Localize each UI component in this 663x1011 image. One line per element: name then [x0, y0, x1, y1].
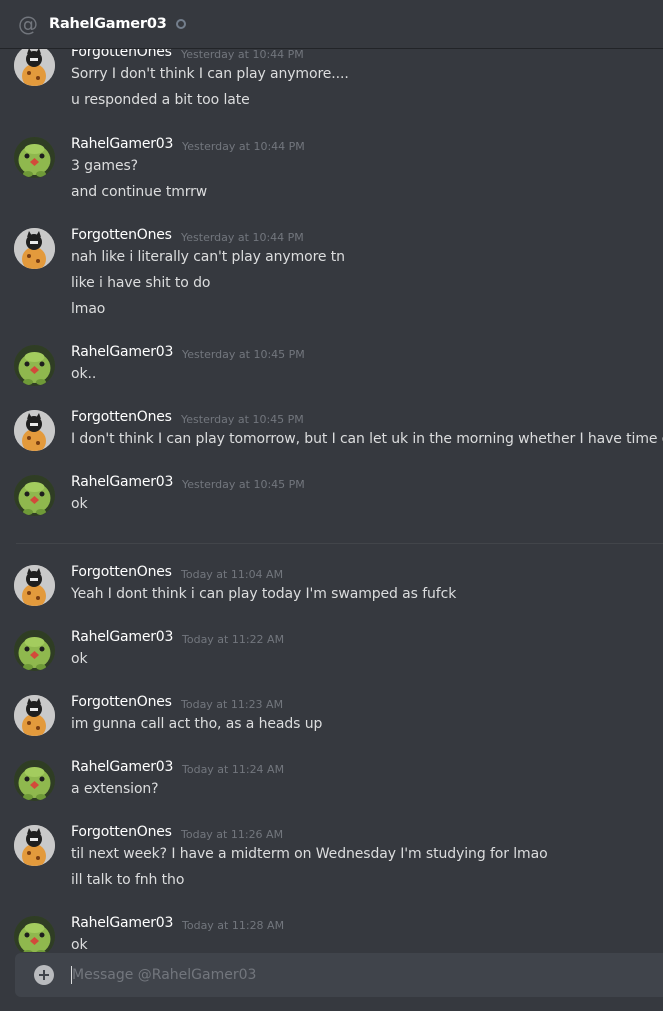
message-author[interactable]: ForgottenOnes [71, 227, 172, 243]
message-timestamp: Today at 11:28 AM [182, 919, 285, 932]
offline-status-icon [175, 19, 186, 29]
message-author[interactable]: RahelGamer03 [71, 629, 173, 645]
message-timestamp: Today at 11:24 AM [182, 763, 285, 776]
at-sign-icon: @ [18, 12, 38, 36]
message-author[interactable]: RahelGamer03 [71, 344, 173, 360]
message-text: ok [71, 937, 88, 952]
message-text: a extension? [71, 781, 159, 797]
message-author[interactable]: ForgottenOnes [71, 824, 172, 840]
message-text: nah like i literally can't play anymore … [71, 249, 345, 265]
avatar[interactable] [14, 695, 55, 736]
message-author[interactable]: RahelGamer03 [71, 474, 173, 490]
message-text: Yeah I dont think i can play today I'm s… [71, 586, 457, 602]
avatar[interactable] [14, 475, 55, 516]
message-author[interactable]: RahelGamer03 [71, 136, 173, 152]
message-text: im gunna call act tho, as a heads up [71, 716, 323, 732]
plus-circle-icon[interactable] [34, 965, 54, 985]
day-divider [16, 543, 663, 544]
message-timestamp: Today at 11:23 AM [181, 698, 284, 711]
message-timestamp: Yesterday at 10:45 PM [181, 413, 304, 426]
message-text: and continue tmrrw [71, 184, 208, 200]
message-text: I don't think I can play tomorrow, but I… [71, 431, 663, 447]
message-author[interactable]: RahelGamer03 [71, 915, 173, 931]
message-timestamp: Yesterday at 10:45 PM [182, 478, 305, 491]
message-timestamp: Today at 11:26 AM [181, 828, 284, 841]
message-text: lmao [71, 301, 106, 317]
message-text: til next week? I have a midterm on Wedne… [71, 846, 548, 862]
message-text: ok [71, 651, 88, 667]
message-timestamp: Yesterday at 10:44 PM [181, 231, 304, 244]
message-timestamp: Today at 11:22 AM [182, 633, 285, 646]
dm-title[interactable]: RahelGamer03 [49, 16, 167, 32]
avatar[interactable] [14, 825, 55, 866]
message-author[interactable]: ForgottenOnes [71, 694, 172, 710]
message-timestamp: Yesterday at 10:45 PM [182, 348, 305, 361]
avatar[interactable] [14, 49, 55, 86]
message-text: like i have shit to do [71, 275, 211, 291]
message-text: ill talk to fnh tho [71, 872, 185, 888]
avatar[interactable] [14, 565, 55, 606]
message-text: ok.. [71, 366, 97, 382]
avatar[interactable] [14, 410, 55, 451]
avatar[interactable] [14, 228, 55, 269]
avatar[interactable] [14, 760, 55, 801]
message-timestamp: Today at 11:04 AM [181, 568, 284, 581]
bottom-padding [0, 997, 663, 1011]
message-timestamp: Yesterday at 10:44 PM [181, 49, 304, 61]
message-author[interactable]: ForgottenOnes [71, 564, 172, 580]
avatar[interactable] [14, 630, 55, 671]
message-author[interactable]: ForgottenOnes [71, 409, 172, 425]
message-text: 3 games? [71, 158, 138, 174]
avatar[interactable] [14, 345, 55, 386]
channel-header: @ RahelGamer03 [0, 0, 663, 49]
message-text: Sorry I don't think I can play anymore..… [71, 66, 349, 82]
message-author[interactable]: ForgottenOnes [71, 49, 172, 60]
message-text: ok [71, 496, 88, 512]
message-list[interactable]: ForgottenOnes Yesterday at 10:44 PM Sorr… [0, 49, 663, 952]
message-input[interactable] [72, 965, 652, 985]
message-author[interactable]: RahelGamer03 [71, 759, 173, 775]
message-composer [15, 953, 663, 997]
avatar[interactable] [14, 916, 55, 952]
avatar[interactable] [14, 137, 55, 178]
message-text: u responded a bit too late [71, 92, 250, 108]
message-timestamp: Yesterday at 10:44 PM [182, 140, 305, 153]
